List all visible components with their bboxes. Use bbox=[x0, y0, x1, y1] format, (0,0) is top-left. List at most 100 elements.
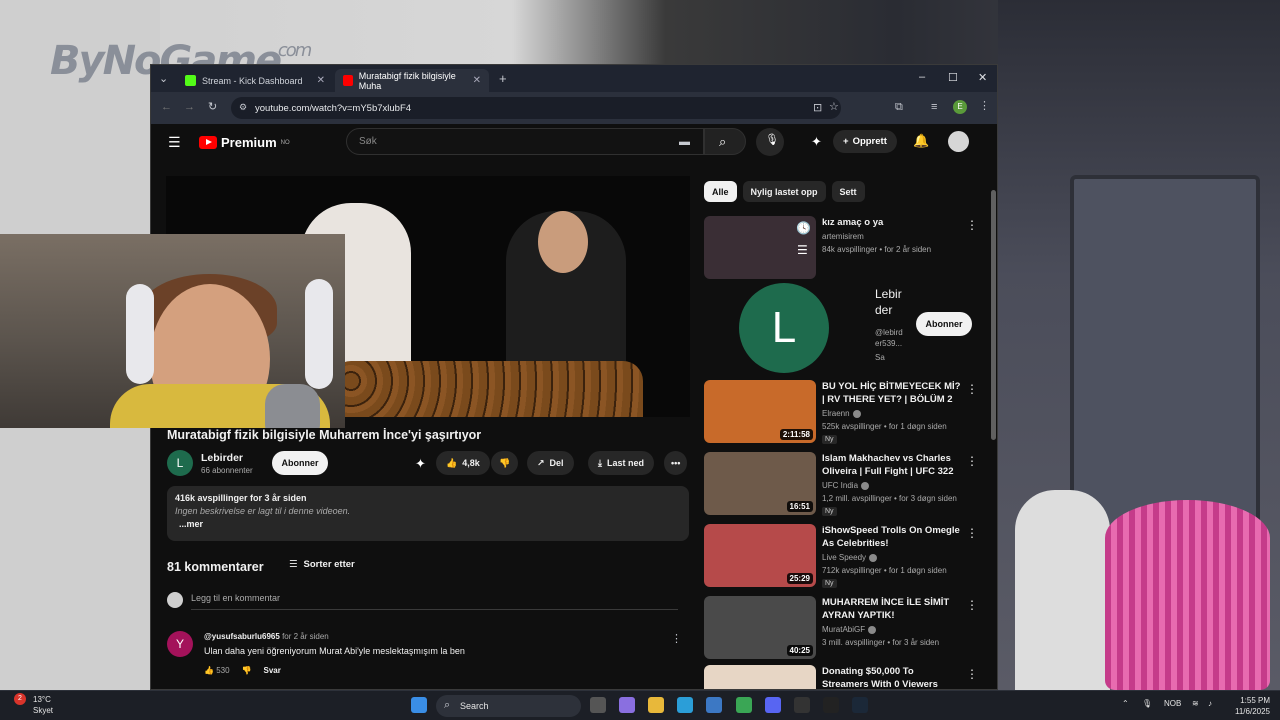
item-menu-icon[interactable]: ⋮ bbox=[966, 382, 978, 396]
url-field[interactable]: ⚙ youtube.com/watch?v=mY5b7xlubF4 ⊡ ☆ bbox=[231, 97, 841, 119]
weather-widget[interactable]: 13°C Skyet bbox=[33, 694, 53, 716]
search-button[interactable]: ⌕ bbox=[704, 128, 746, 155]
notifications-bell-icon[interactable]: 🔔 bbox=[913, 134, 929, 147]
item-menu-icon[interactable]: ⋮ bbox=[966, 454, 978, 468]
close-tab-icon[interactable]: ✕ bbox=[317, 75, 325, 86]
voice-search-button[interactable]: 🎙 bbox=[756, 128, 784, 156]
watch-later-icon[interactable]: 🕓 bbox=[796, 222, 811, 234]
video-thumbnail[interactable]: 40:25 bbox=[704, 596, 816, 659]
tray-overflow-icon[interactable]: ⌃ bbox=[1122, 699, 1129, 708]
gemini-ask-icon[interactable]: ✦ bbox=[811, 135, 822, 148]
recommendation-item[interactable]: 25:29 iShowSpeed Trolls On Omegle As Cel… bbox=[704, 524, 984, 588]
store-icon[interactable] bbox=[706, 697, 722, 713]
hamburger-menu-icon[interactable]: ☰ bbox=[168, 135, 181, 149]
maximize-icon[interactable]: ☐ bbox=[948, 71, 958, 84]
share-button[interactable]: ↗ Del bbox=[527, 451, 574, 475]
page-scrollbar[interactable] bbox=[991, 190, 996, 440]
subscribe-button[interactable]: Abonner bbox=[272, 451, 328, 475]
more-actions-button[interactable]: ••• bbox=[664, 451, 688, 475]
video-thumbnail[interactable]: 25:29 bbox=[704, 524, 816, 587]
verified-icon bbox=[868, 625, 877, 634]
comment-dislike-button[interactable]: 👎 bbox=[242, 666, 252, 675]
reply-button[interactable]: Svar bbox=[264, 666, 281, 675]
search-input[interactable]: Søk ▬ bbox=[346, 128, 704, 155]
youtube-play-icon bbox=[199, 136, 217, 149]
discord-icon[interactable] bbox=[765, 697, 781, 713]
commenter-avatar[interactable]: Y bbox=[167, 631, 193, 657]
video-thumbnail[interactable]: 2:11:58 bbox=[704, 380, 816, 443]
close-window-icon[interactable]: ✕ bbox=[978, 71, 987, 84]
description-box[interactable]: 416k avspillinger for 3 år siden Ingen b… bbox=[167, 486, 689, 541]
file-explorer-icon[interactable] bbox=[648, 697, 664, 713]
steam-icon[interactable] bbox=[852, 697, 868, 713]
channel-avatar[interactable]: L bbox=[167, 450, 193, 476]
video-thumbnail[interactable] bbox=[704, 665, 816, 689]
comment-actions: 👍 530 👎 Svar bbox=[204, 666, 281, 675]
item-menu-icon[interactable]: ⋮ bbox=[966, 218, 978, 232]
minimize-icon[interactable]: – bbox=[919, 71, 925, 83]
create-button[interactable]: + Opprett bbox=[833, 130, 897, 153]
dislike-button[interactable]: 👎 bbox=[491, 451, 519, 475]
channel-name[interactable]: Lebirder bbox=[201, 452, 243, 464]
recommendation-item[interactable]: 16:51 Islam Makhachev vs Charles Oliveir… bbox=[704, 452, 984, 516]
site-info-icon[interactable]: ⚙ bbox=[239, 103, 247, 112]
obs-icon[interactable] bbox=[794, 697, 810, 713]
channel-card-subscribe-button[interactable]: Abonner bbox=[916, 312, 972, 336]
video-thumbnail[interactable]: 🕓 ☰ bbox=[704, 216, 816, 279]
chrome-icon[interactable] bbox=[736, 697, 752, 713]
forward-icon[interactable]: → bbox=[184, 102, 195, 113]
chip-recent[interactable]: Nylig lastet opp bbox=[742, 181, 826, 202]
item-menu-icon[interactable]: ⋮ bbox=[966, 667, 978, 681]
browser-menu-icon[interactable]: ⋮ bbox=[979, 101, 990, 112]
account-avatar[interactable] bbox=[948, 131, 969, 152]
taskbar-search[interactable]: ⌕ Search bbox=[436, 695, 581, 717]
show-more-link[interactable]: ...mer bbox=[179, 519, 681, 529]
chip-all[interactable]: Alle bbox=[704, 181, 737, 202]
taskbar-clock[interactable]: 1:55 PM 11/6/2025 bbox=[1230, 695, 1270, 717]
edge-icon[interactable] bbox=[677, 697, 693, 713]
recommendation-item[interactable]: 40:25 MUHARREM İNCE İLE SİMİT AYRAN YAPT… bbox=[704, 596, 984, 660]
recommendation-item[interactable]: 🕓 ☰ kız amaç o ya artemisirem 84k avspil… bbox=[704, 216, 984, 280]
profile-avatar[interactable]: E bbox=[953, 100, 967, 114]
bookmark-star-icon[interactable]: ☆ bbox=[829, 102, 839, 113]
gemini-ask-icon[interactable]: ✦ bbox=[415, 457, 426, 470]
volume-icon[interactable]: ♪ bbox=[1208, 699, 1212, 708]
tab-youtube-video[interactable]: Muratabigf fizik bilgisiyle Muha ✕ bbox=[335, 69, 489, 92]
add-comment-input[interactable]: Legg til en kommentar bbox=[191, 593, 678, 610]
tab-search-chevron-icon[interactable]: ⌄ bbox=[159, 74, 168, 85]
tab-kick-dashboard[interactable]: Stream - Kick Dashboard ✕ bbox=[177, 69, 333, 92]
new-badge: Ny bbox=[822, 435, 837, 444]
new-tab-icon[interactable]: + bbox=[499, 72, 507, 85]
recommendation-item[interactable]: 2:11:58 BU YOL HİÇ BİTMEYECEK Mİ? | RV T… bbox=[704, 380, 984, 444]
close-tab-icon[interactable]: ✕ bbox=[473, 75, 481, 86]
recommendation-item[interactable]: Donating $50,000 To Streamers With 0 Vie… bbox=[704, 665, 984, 689]
comment-menu-icon[interactable]: ⋮ bbox=[671, 634, 682, 645]
start-windows-icon[interactable] bbox=[411, 697, 427, 713]
channel-card-name[interactable]: Lebir der bbox=[875, 286, 902, 318]
install-app-icon[interactable]: ⊡ bbox=[813, 103, 822, 114]
copilot-icon[interactable] bbox=[619, 697, 635, 713]
keyboard-icon[interactable]: ▬ bbox=[679, 137, 690, 148]
chip-watched[interactable]: Sett bbox=[831, 181, 865, 202]
comment-author[interactable]: @yusufsaburlu6965 for 2 år siden bbox=[204, 632, 329, 641]
reload-icon[interactable]: ↻ bbox=[208, 102, 217, 113]
media-controls-icon[interactable]: ≡ bbox=[931, 102, 937, 113]
wifi-icon[interactable]: ≋ bbox=[1192, 699, 1199, 708]
item-menu-icon[interactable]: ⋮ bbox=[966, 526, 978, 540]
comment-like-button[interactable]: 👍 530 bbox=[204, 666, 230, 675]
input-language[interactable]: NOB bbox=[1164, 699, 1181, 708]
back-icon[interactable]: ← bbox=[161, 102, 172, 113]
video-thumbnail[interactable]: 16:51 bbox=[704, 452, 816, 515]
sort-comments-button[interactable]: ☰ Sorter etter bbox=[289, 559, 355, 570]
channel-card-logo[interactable]: L bbox=[739, 283, 829, 373]
headphone-right bbox=[305, 279, 333, 389]
add-to-queue-icon[interactable]: ☰ bbox=[797, 244, 808, 256]
item-menu-icon[interactable]: ⋮ bbox=[966, 598, 978, 612]
like-button[interactable]: 👍 4,8k bbox=[436, 451, 490, 475]
download-button[interactable]: ⤓ Last ned bbox=[588, 451, 654, 475]
extensions-icon[interactable]: ⧉ bbox=[895, 102, 903, 113]
task-view-icon[interactable] bbox=[590, 697, 606, 713]
youtube-premium-logo[interactable]: Premium NO bbox=[199, 135, 290, 150]
tray-microphone-icon[interactable]: 🎙 bbox=[1142, 699, 1152, 708]
app-icon[interactable] bbox=[823, 697, 839, 713]
